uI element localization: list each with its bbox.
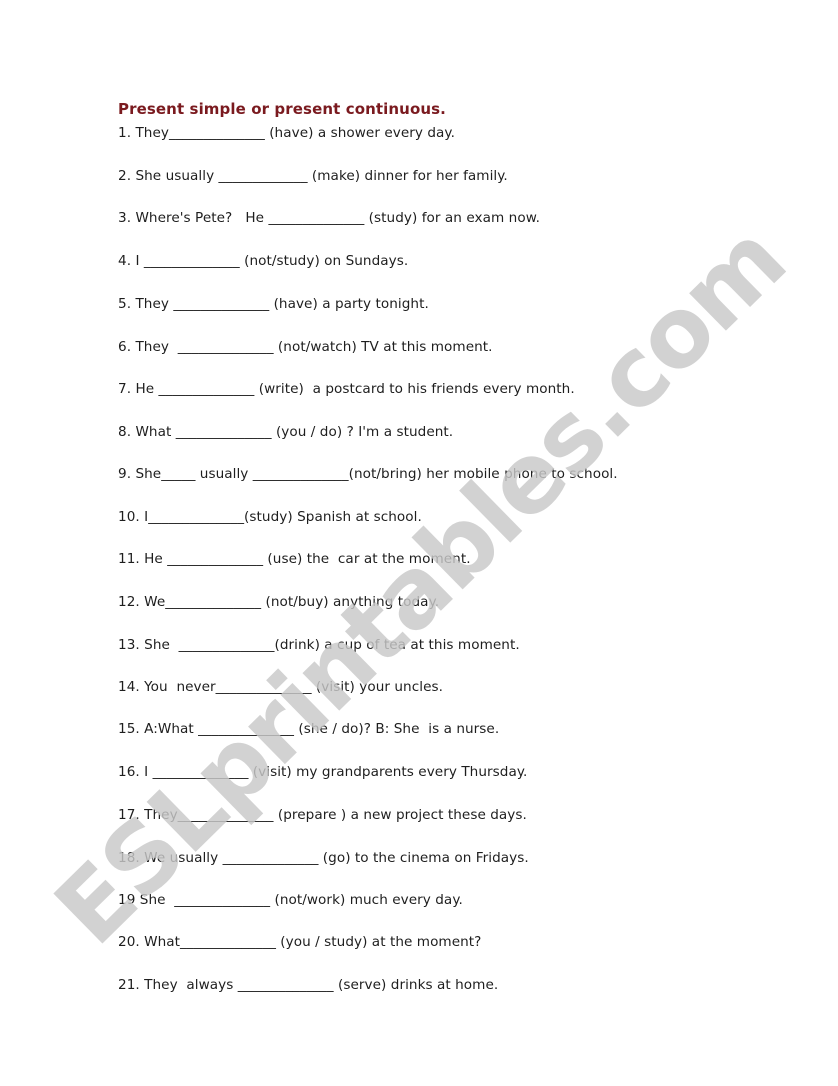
exercise-item-20: 20. What______________ (you / study) at … [118,934,482,950]
exercise-item-15: 15. A:What ______________ (she / do)? B:… [118,721,500,737]
exercise-item-16: 16. I ______________ (visit) my grandpar… [118,764,528,780]
worksheet-title: Present simple or present continuous. [118,100,446,118]
exercise-item-4: 4. I ______________ (not/study) on Sunda… [118,253,409,269]
worksheet-page: Present simple or present continuous. 1.… [0,0,838,1086]
exercise-item-6: 6. They ______________ (not/watch) TV at… [118,339,493,355]
exercise-item-7: 7. He ______________ (write) a postcard … [118,381,575,397]
exercise-item-9: 9. She_____ usually ______________(not/b… [118,466,618,482]
exercise-item-2: 2. She usually _____________ (make) dinn… [118,168,508,184]
exercise-item-1: 1. They______________ (have) a shower ev… [118,125,455,141]
exercise-item-19: 19 She ______________ (not/work) much ev… [118,892,463,908]
exercise-item-8: 8. What ______________ (you / do) ? I'm … [118,424,454,440]
exercise-item-3: 3. Where's Pete? He ______________ (stud… [118,210,540,226]
exercise-item-13: 13. She ______________(drink) a cup of t… [118,637,520,653]
exercise-item-17: 17. They______________ (prepare ) a new … [118,807,527,823]
exercise-item-12: 12. We______________ (not/buy) anything … [118,594,440,610]
exercise-item-18: 18. We usually ______________ (go) to th… [118,850,529,866]
exercise-item-14: 14. You never______________ (visit) your… [118,679,443,695]
exercise-item-21: 21. They always ______________ (serve) d… [118,977,499,993]
exercise-item-11: 11. He ______________ (use) the car at t… [118,551,471,567]
exercise-item-5: 5. They ______________ (have) a party to… [118,296,429,312]
exercise-item-10: 10. I______________(study) Spanish at sc… [118,509,422,525]
